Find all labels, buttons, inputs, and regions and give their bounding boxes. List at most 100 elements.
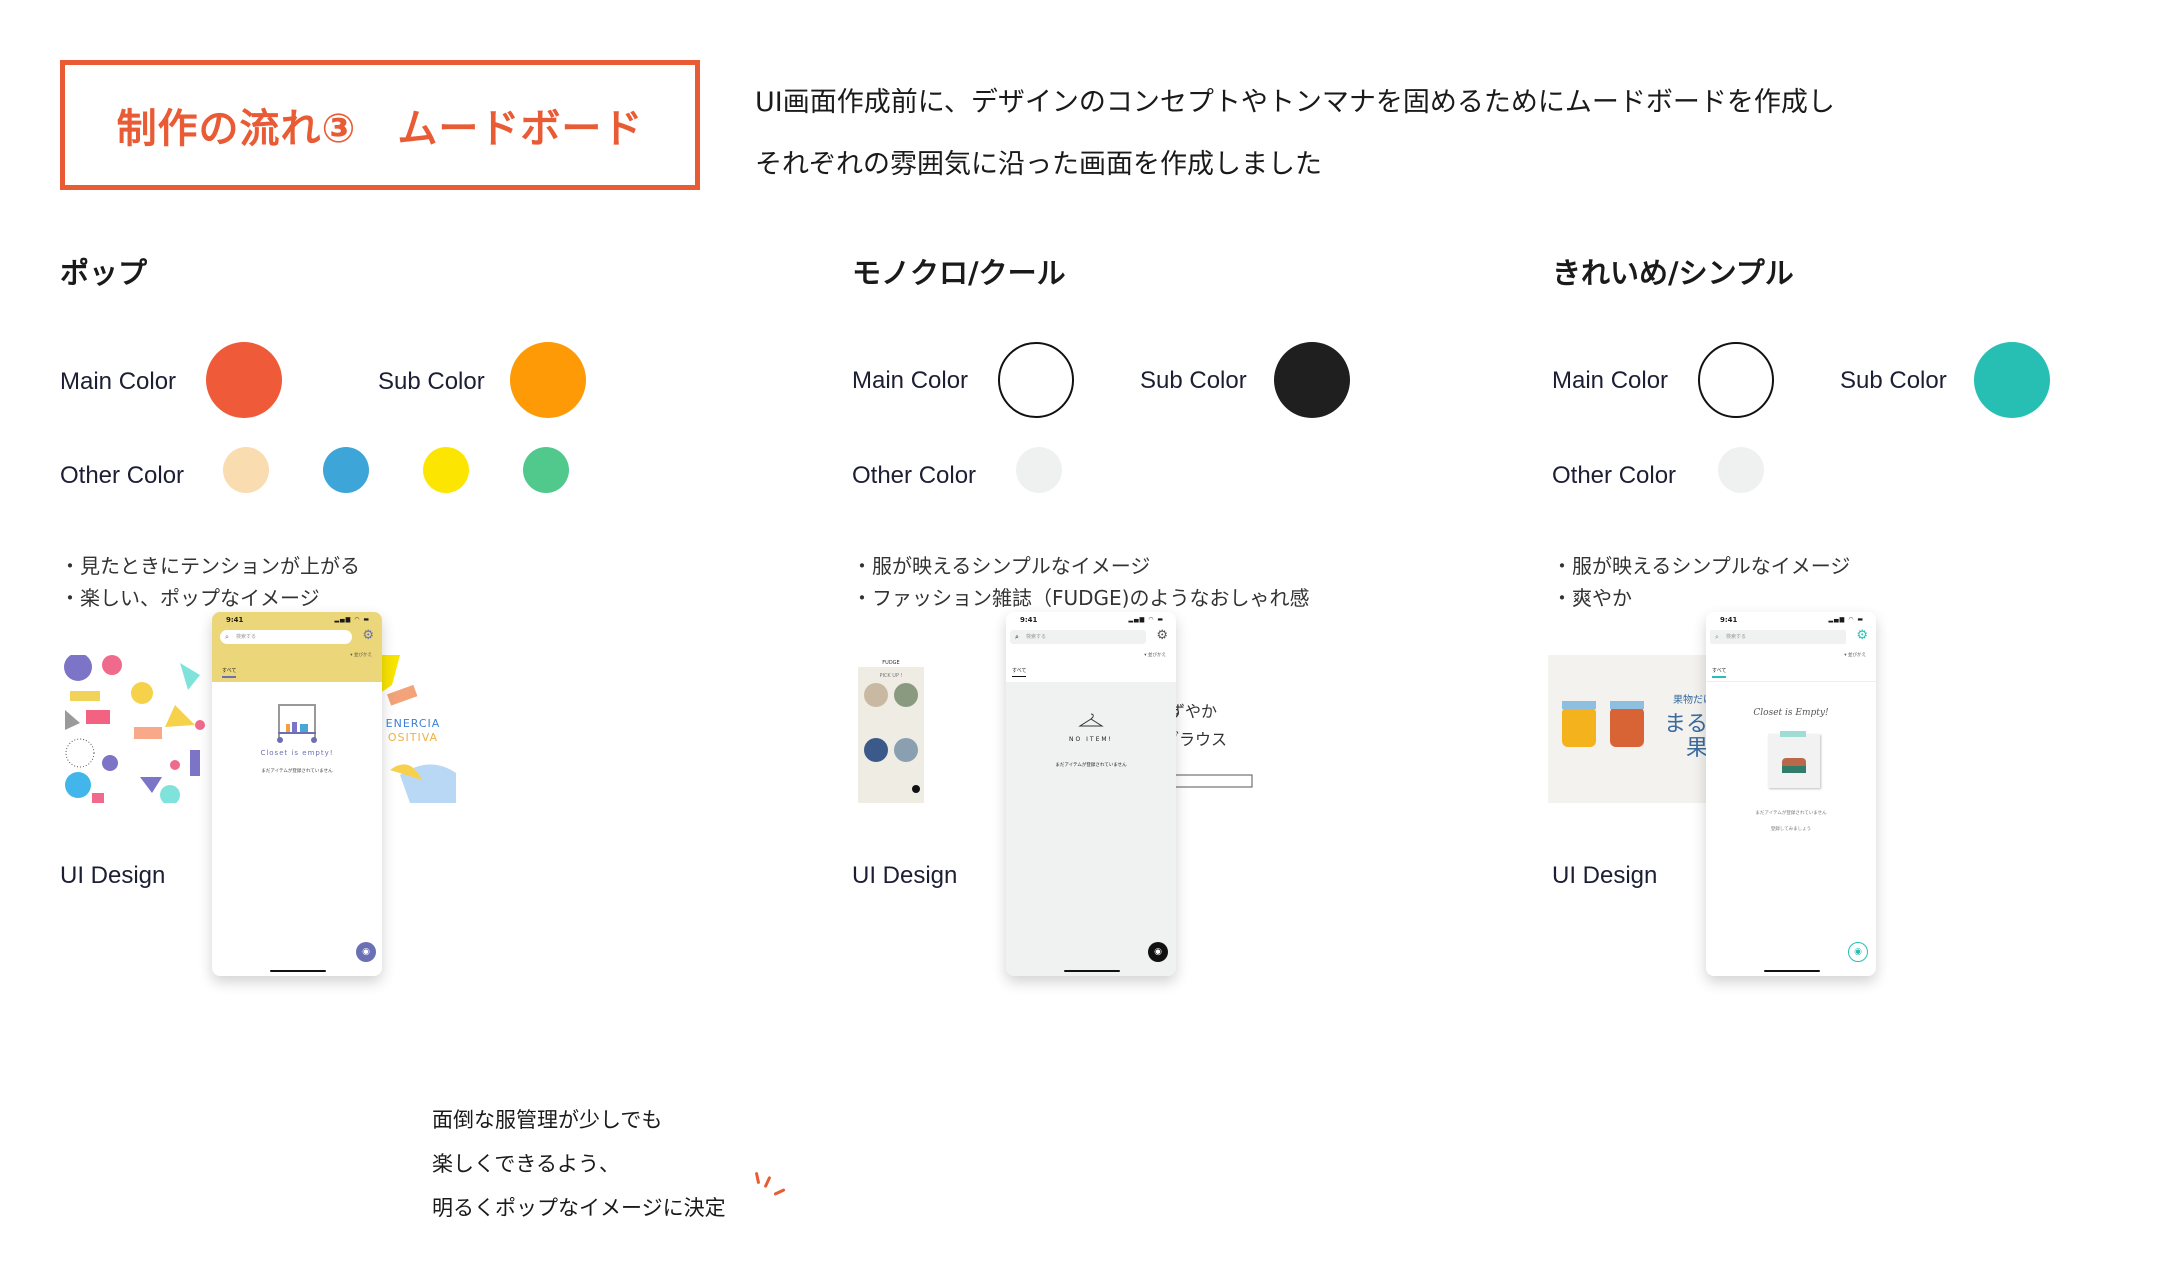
- empty-subtitle: まだアイテムが登録されていません: [1755, 811, 1827, 816]
- sub-color-label: Sub Color: [378, 368, 485, 395]
- search-placeholder: 検索する: [1026, 634, 1047, 640]
- status-icons: ▂▄▆ ◠ ▬: [1128, 616, 1164, 623]
- search-input[interactable]: ⌕ 検索する: [220, 630, 352, 644]
- tab-all[interactable]: すべて: [1712, 667, 1727, 678]
- empty-photo: [1768, 731, 1820, 788]
- section-title: ポップ: [60, 256, 148, 290]
- empty-subtitle: まだアイテムが登録されていません: [261, 769, 333, 774]
- search-icon: ⌕: [1715, 633, 1719, 641]
- tab-all[interactable]: すべて: [222, 667, 237, 678]
- gear-icon[interactable]: ⚙: [1856, 628, 1868, 643]
- camera-button[interactable]: ◉: [356, 942, 376, 962]
- sort-button[interactable]: ▾ 並びかえ: [350, 652, 372, 658]
- gear-icon[interactable]: ⚙: [362, 628, 374, 643]
- sort-button[interactable]: ▾ 並びかえ: [1144, 652, 1166, 658]
- status-icons: ▂▄▆ ◠ ▬: [1828, 616, 1864, 623]
- camera-icon: ◉: [1154, 947, 1162, 957]
- main-color-label: Main Color: [852, 367, 969, 394]
- search-input[interactable]: ⌕ 検索する: [1010, 630, 1146, 644]
- other-color-label: Other Color: [1552, 462, 1677, 489]
- home-indicator: [270, 970, 326, 972]
- page-title: 制作の流れ③ ムードボード: [116, 106, 644, 152]
- bullet-item: ・爽やか: [1552, 586, 1632, 610]
- clothes-rack-icon: [277, 704, 317, 743]
- search-icon: ⌕: [1015, 633, 1019, 641]
- bullet-item: ・楽しい、ポップなイメージ: [60, 586, 320, 610]
- other-color-swatch: [323, 447, 369, 493]
- sub-color-label: Sub Color: [1140, 367, 1247, 394]
- ui-design-label: UI Design: [1552, 862, 1658, 889]
- bullet-list: ・服が映えるシンプルなイメージ ・爽やか: [1552, 550, 1850, 614]
- status-time: 9:41: [226, 616, 244, 624]
- sub-color-swatch: [1974, 342, 2050, 418]
- reference-image-energia-positiva: ENERCIA OSITIVA: [370, 655, 456, 803]
- empty-subtitle: まだアイテムが登録されていません: [1055, 763, 1127, 768]
- search-placeholder: 検索する: [1726, 634, 1747, 640]
- register-prompt[interactable]: 登録してみましょう: [1706, 826, 1876, 832]
- reference-image-geometric: [60, 655, 208, 803]
- bullet-list: ・服が映えるシンプルなイメージ ・ファッション雑誌（FUDGE)のようなおしゃれ…: [852, 550, 1309, 614]
- empty-title: Closet is empty!: [260, 749, 334, 757]
- energia-poster-graphic: ENERCIA OSITIVA: [370, 655, 456, 803]
- sub-color-label: Sub Color: [1840, 367, 1947, 394]
- conclusion-line: 明るくポップなイメージに決定: [432, 1196, 726, 1220]
- search-placeholder: 検索する: [236, 634, 257, 640]
- emphasis-spark-icon: [763, 1175, 772, 1189]
- tape-decoration: [1780, 731, 1806, 737]
- other-color-label: Other Color: [852, 462, 977, 489]
- intro-line: UI画面作成前に、デザインのコンセプトやトンマナを固めるためにムードボードを作成…: [755, 87, 1835, 118]
- status-icons: ▂▄▆ ◠ ▬: [334, 616, 370, 623]
- reference-image-fudge-app: FUDGE PICK UP !: [858, 655, 924, 803]
- svg-text:FUDGE: FUDGE: [882, 660, 899, 666]
- conclusion-text: 面倒な服管理が少しでも 楽しくできるよう、 明るくポップなイメージに決定: [432, 1098, 726, 1230]
- search-icon: ⌕: [225, 633, 229, 641]
- main-color-swatch: [206, 342, 282, 418]
- intro-text: UI画面作成前に、デザインのコンセプトやトンマナを固めるためにムードボードを作成…: [755, 72, 1835, 196]
- phone-header: 9:41 ▂▄▆ ◠ ▬ ⌕ 検索する ⚙ ▾ 並びかえ すべて: [212, 612, 382, 682]
- main-color-swatch: [1698, 342, 1774, 418]
- conclusion-line: 面倒な服管理が少しでも: [432, 1108, 663, 1132]
- section-title: きれいめ/シンプル: [1552, 256, 1794, 290]
- gear-icon[interactable]: ⚙: [1156, 628, 1168, 643]
- phone-mockup-mono: 9:41 ▂▄▆ ◠ ▬ ⌕ 検索する ⚙ ▾ 並びかえ すべて NO ITEM…: [1006, 612, 1176, 976]
- phone-header: 9:41 ▂▄▆ ◠ ▬ ⌕ 検索する ⚙ ▾ 並びかえ すべて: [1006, 612, 1176, 682]
- emphasis-spark-icon: [773, 1188, 786, 1196]
- camera-icon: ◉: [362, 947, 370, 957]
- sort-button[interactable]: ▾ 並びかえ: [1844, 652, 1866, 658]
- emphasis-spark-icon: [754, 1171, 761, 1185]
- phone-mockup-clean: 9:41 ▂▄▆ ◠ ▬ ⌕ 検索する ⚙ ▾ 並びかえ すべて Closet …: [1706, 612, 1876, 976]
- fudge-app-graphic: FUDGE PICK UP !: [858, 655, 924, 793]
- conclusion-line: 楽しくできるよう、: [432, 1152, 620, 1176]
- intro-line: それぞれの雰囲気に沿った画面を作成しました: [755, 149, 1322, 180]
- home-indicator: [1064, 970, 1120, 972]
- svg-text:ENERCIA: ENERCIA: [386, 717, 441, 730]
- camera-icon: ◉: [1854, 947, 1862, 957]
- other-color-swatch: [1016, 447, 1062, 493]
- page-title-box: 制作の流れ③ ムードボード: [60, 60, 700, 190]
- bullet-item: ・ファッション雑誌（FUDGE)のようなおしゃれ感: [852, 586, 1310, 610]
- search-input[interactable]: ⌕ 検索する: [1710, 630, 1846, 644]
- empty-title: NO ITEM!: [1069, 736, 1113, 743]
- main-color-swatch: [998, 342, 1074, 418]
- camera-button[interactable]: ◉: [1148, 942, 1168, 962]
- other-color-swatch: [523, 447, 569, 493]
- other-color-swatch: [223, 447, 269, 493]
- ui-design-label: UI Design: [852, 862, 958, 889]
- bullet-item: ・服が映えるシンプルなイメージ: [852, 554, 1151, 578]
- sub-color-swatch: [1274, 342, 1350, 418]
- ui-design-label: UI Design: [60, 862, 166, 889]
- sub-color-swatch: [510, 342, 586, 418]
- camera-button[interactable]: ◉: [1848, 942, 1868, 962]
- status-time: 9:41: [1020, 616, 1038, 624]
- phone-mockup-pop: 9:41 ▂▄▆ ◠ ▬ ⌕ 検索する ⚙ ▾ 並びかえ すべて Closet …: [212, 612, 382, 976]
- section-title: モノクロ/クール: [852, 256, 1066, 290]
- other-color-swatch: [1718, 447, 1764, 493]
- folded-clothes-icon: [1782, 758, 1806, 766]
- geometric-pattern-graphic: [64, 655, 205, 803]
- folded-clothes-icon: [1782, 766, 1806, 773]
- hanger-icon: [1078, 713, 1104, 727]
- other-color-swatch: [423, 447, 469, 493]
- bullet-list: ・見たときにテンションが上がる ・楽しい、ポップなイメージ: [60, 550, 360, 614]
- tab-all[interactable]: すべて: [1012, 667, 1027, 677]
- empty-title: Closet is Empty!: [1753, 708, 1829, 718]
